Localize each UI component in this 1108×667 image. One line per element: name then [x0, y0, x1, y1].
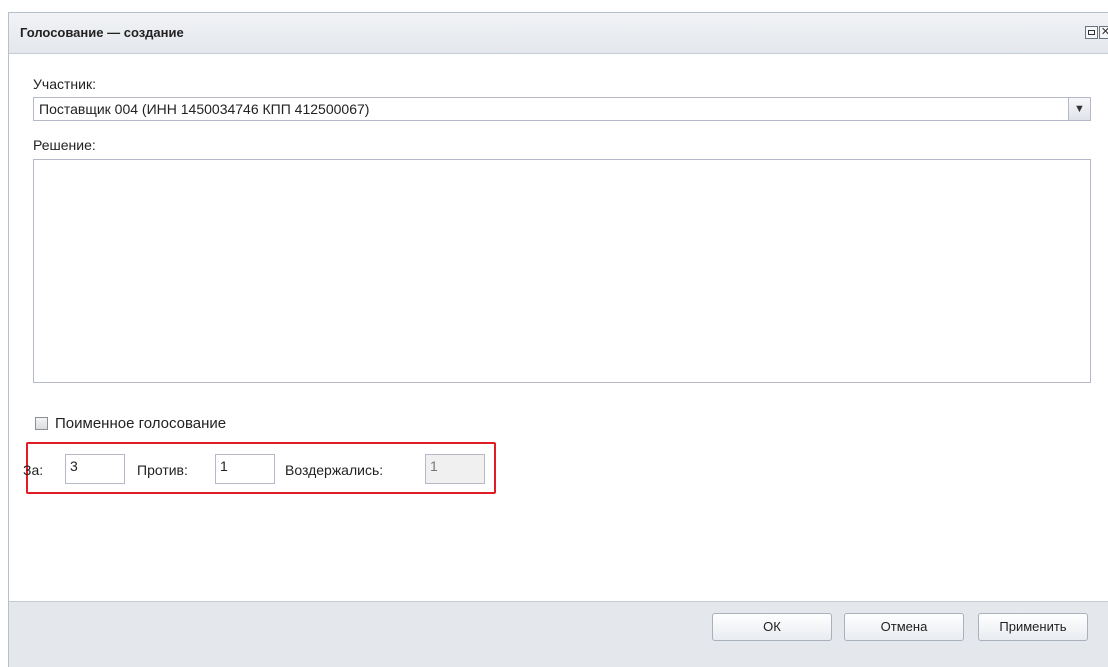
background-strip — [0, 0, 8, 667]
abstained-label: Воздержались: — [285, 462, 384, 478]
ok-button[interactable]: ОК — [712, 613, 832, 641]
chevron-down-icon[interactable]: ▼ — [1068, 98, 1090, 120]
decision-textarea[interactable] — [33, 159, 1091, 383]
against-label: Против: — [137, 462, 188, 478]
voting-create-dialog: Голосование — создание ✕ Участник: Поста… — [8, 12, 1108, 667]
dialog-body: Участник: Поставщик 004 (ИНН 1450034746 … — [9, 53, 1108, 602]
against-count-input[interactable]: 1 — [215, 454, 275, 484]
close-icon[interactable]: ✕ — [1099, 26, 1108, 39]
apply-button[interactable]: Применить — [978, 613, 1088, 641]
maximize-icon[interactable] — [1085, 26, 1098, 39]
participant-select[interactable]: Поставщик 004 (ИНН 1450034746 КПП 412500… — [33, 97, 1091, 121]
for-label: За: — [23, 462, 44, 478]
participant-label: Участник: — [33, 76, 96, 92]
nominal-voting-checkbox[interactable] — [35, 417, 48, 430]
participant-value: Поставщик 004 (ИНН 1450034746 КПП 412500… — [39, 101, 370, 117]
decision-label: Решение: — [33, 137, 96, 153]
dialog-titlebar[interactable]: Голосование — создание ✕ — [9, 13, 1108, 53]
dialog-title: Голосование — создание — [20, 25, 184, 40]
cancel-button[interactable]: Отмена — [844, 613, 964, 641]
abstained-count-input: 1 — [425, 454, 485, 484]
for-count-input[interactable]: 3 — [65, 454, 125, 484]
nominal-voting-label: Поименное голосование — [55, 415, 227, 432]
